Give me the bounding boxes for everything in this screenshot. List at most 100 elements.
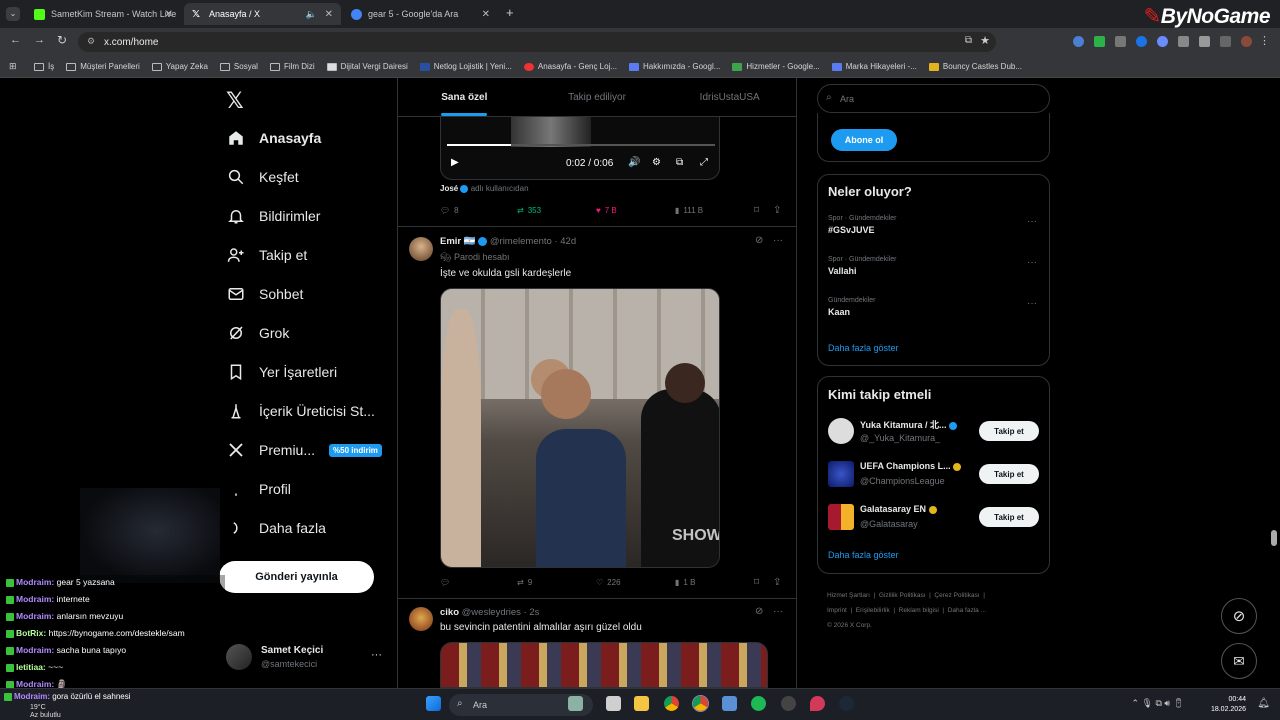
- nav-creator-studio[interactable]: İçerik Üreticisi St...: [227, 402, 375, 420]
- bookmark-item[interactable]: Netlog Lojistik | Yeni...: [419, 62, 512, 71]
- nav-profile[interactable]: Profil: [227, 480, 291, 498]
- follow-button[interactable]: Takip et: [979, 507, 1039, 527]
- trend-item[interactable]: Spor · Gündemdekiler #GSvJUVE: [828, 215, 1038, 235]
- tab-google[interactable]: gear 5 - Google'da Ara ✕: [343, 3, 498, 25]
- bookmark-item[interactable]: Marka Hikayeleri -...: [831, 62, 917, 71]
- nav-premium[interactable]: Premiu... %50 indirim: [227, 441, 382, 459]
- like-button[interactable]: ♡ 226: [596, 578, 621, 587]
- settings-gear-icon[interactable]: ⚙: [652, 157, 661, 168]
- cast-icon[interactable]: ⧉: [965, 35, 972, 46]
- play-icon[interactable]: ▶: [451, 157, 459, 168]
- follow-button[interactable]: Takip et: [979, 421, 1039, 441]
- repost-button[interactable]: ⇄ 9: [517, 578, 532, 587]
- tray-icons[interactable]: ⌃ 🎙︎ ⧉ 🔊︎ 🔋︎: [1132, 698, 1185, 709]
- task-view-icon[interactable]: [606, 696, 621, 711]
- subscribe-button[interactable]: Abone ol: [831, 129, 897, 151]
- video-progress-bar[interactable]: [447, 144, 715, 146]
- scrollbar-thumb[interactable]: [1271, 530, 1277, 546]
- nav-home[interactable]: Anasayfa: [227, 129, 321, 147]
- bookmark-item[interactable]: Film Dizi: [269, 62, 315, 71]
- tab-idrisustausa[interactable]: IdrisUstaUSA: [663, 78, 796, 116]
- download-icon[interactable]: [1178, 36, 1189, 47]
- bookmark-item[interactable]: İş: [34, 62, 54, 71]
- nav-follow[interactable]: Takip et: [227, 246, 307, 264]
- bookmark-item[interactable]: Anasayfa - Genç Loj...: [523, 62, 617, 71]
- grok-float-button[interactable]: ⊘: [1221, 598, 1257, 634]
- suggested-name[interactable]: Galatasaray EN: [860, 504, 937, 514]
- reply-button[interactable]: 💬︎: [440, 578, 454, 587]
- app-icon[interactable]: [810, 696, 825, 711]
- nav-bookmarks[interactable]: Yer İşaretleri: [227, 363, 337, 381]
- tab-for-you[interactable]: Sana özel: [398, 78, 531, 116]
- tab-sametkim[interactable]: SametKim Stream - Watch Live ✕: [26, 3, 181, 25]
- grok-icon[interactable]: ⊘: [755, 606, 763, 617]
- avatar[interactable]: [828, 418, 854, 444]
- more-dots-icon[interactable]: ···: [1027, 216, 1037, 227]
- post-video-thumbnail[interactable]: SHOWT: [440, 288, 720, 568]
- trend-item[interactable]: Spor · Gündemdekiler Vallahi: [828, 256, 1038, 276]
- views-button[interactable]: ▮ 111 B: [675, 206, 703, 215]
- nav-explore[interactable]: Keşfet: [227, 168, 299, 186]
- steam-icon[interactable]: [839, 696, 854, 711]
- share-icon[interactable]: ⇪: [773, 205, 781, 216]
- reply-button[interactable]: 💬︎ 8: [440, 206, 459, 215]
- footer-link[interactable]: Gizlilik Politikası: [879, 592, 926, 599]
- post-button[interactable]: Gönderi yayınla: [219, 561, 374, 593]
- extension-icon[interactable]: [1073, 36, 1084, 47]
- post-author[interactable]: ciko @wesleydries · 2s: [440, 607, 539, 618]
- bookmark-item[interactable]: Yapay Zeka: [151, 62, 208, 71]
- footer-link[interactable]: Daha fazla ...: [948, 607, 986, 614]
- bookmark-icon[interactable]: ⌑: [754, 205, 759, 216]
- camera-icon[interactable]: [1115, 36, 1126, 47]
- reload-icon[interactable]: ↻: [57, 33, 67, 47]
- account-switcher[interactable]: Samet Keçici @samtekecici ···: [226, 641, 386, 675]
- nav-grok[interactable]: Grok: [227, 324, 289, 342]
- vpn-icon[interactable]: [1136, 36, 1147, 47]
- app-icon[interactable]: [781, 696, 796, 711]
- suggested-name[interactable]: UEFA Champions L...: [860, 461, 962, 471]
- follow-button[interactable]: Takip et: [979, 464, 1039, 484]
- bookmark-item[interactable]: Sosyal: [219, 62, 258, 71]
- pip-icon[interactable]: ⧉: [676, 157, 683, 168]
- more-dots-icon[interactable]: ···: [1027, 298, 1037, 309]
- sidepanel-icon[interactable]: [1220, 36, 1231, 47]
- tab-following[interactable]: Takip ediliyor: [531, 78, 664, 116]
- share-icon[interactable]: ⇪: [773, 577, 781, 588]
- search-input[interactable]: ⌕ Ara: [817, 84, 1050, 113]
- footer-link[interactable]: Çerez Politikası: [934, 592, 979, 599]
- post-video-player[interactable]: ▶ 0:02 / 0:06 🔊 ⚙ ⧉ ⤢: [440, 117, 720, 180]
- profile-avatar-icon[interactable]: [1241, 36, 1252, 47]
- bookmark-item[interactable]: Hakkımızda - Googl...: [629, 62, 720, 71]
- nav-more[interactable]: Daha fazla: [227, 519, 326, 537]
- more-dots-icon[interactable]: ···: [371, 649, 382, 661]
- forward-icon[interactable]: →: [34, 34, 45, 46]
- grok-icon[interactable]: ⊘: [755, 235, 763, 246]
- post-image[interactable]: [440, 642, 768, 688]
- close-tab-icon[interactable]: ✕: [165, 9, 173, 20]
- apps-icon[interactable]: ⊞: [9, 61, 17, 72]
- bookmark-item[interactable]: Dijital Vergi Dairesi: [326, 62, 408, 71]
- x-logo-icon[interactable]: 𝕏: [226, 88, 244, 114]
- back-icon[interactable]: ←: [10, 34, 21, 46]
- avatar[interactable]: [409, 607, 433, 631]
- tab-search-button[interactable]: ⌄: [6, 7, 20, 21]
- avatar[interactable]: [409, 237, 433, 261]
- browser-menu-icon[interactable]: ⋮: [1259, 34, 1270, 47]
- chrome-icon[interactable]: [664, 696, 679, 711]
- nav-messages[interactable]: Sohbet: [227, 285, 303, 303]
- new-tab-button[interactable]: +: [506, 5, 514, 20]
- site-info-icon[interactable]: ⚙: [87, 36, 95, 47]
- shield-icon[interactable]: [1094, 36, 1105, 47]
- file-explorer-icon[interactable]: [634, 696, 649, 711]
- suggested-name[interactable]: Yuka Kitamura / 北...: [860, 418, 958, 431]
- translate-icon[interactable]: [1157, 36, 1168, 47]
- more-dots-icon[interactable]: ···: [773, 235, 783, 246]
- footer-link[interactable]: Hizmet Şartları: [827, 592, 870, 599]
- nav-notifications[interactable]: Bildirimler: [227, 207, 320, 225]
- chrome-profile-icon[interactable]: [692, 695, 709, 712]
- footer-link[interactable]: Reklam bilgisi: [899, 607, 939, 614]
- show-more-follow-link[interactable]: Daha fazla göster: [828, 550, 899, 560]
- post-author[interactable]: Emir 🇦🇷 @rimelemento · 42d: [440, 236, 576, 247]
- show-more-trends-link[interactable]: Daha fazla göster: [828, 343, 899, 353]
- notification-bell-icon[interactable]: 🔔︎: [1257, 698, 1270, 709]
